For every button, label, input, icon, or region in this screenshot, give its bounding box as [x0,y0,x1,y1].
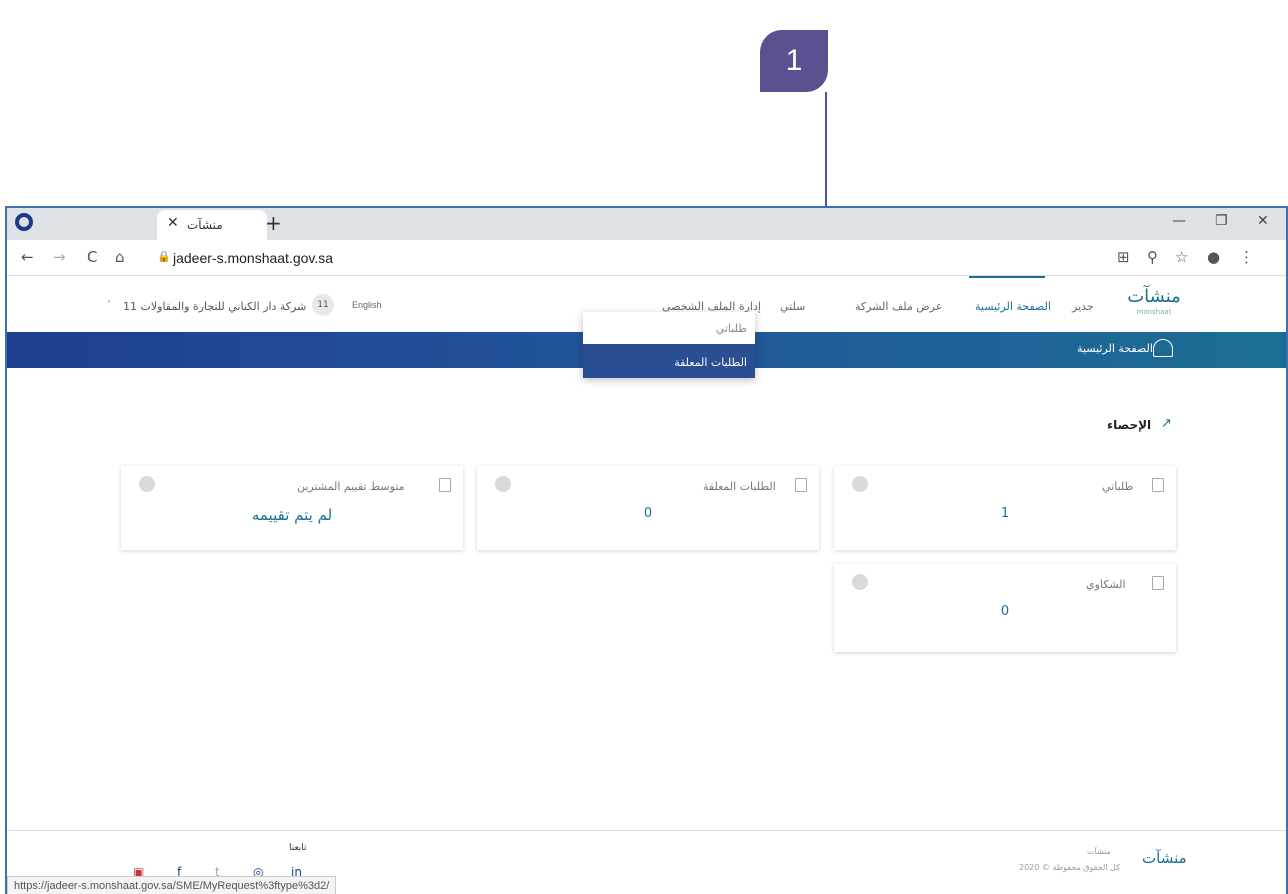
active-nav-indicator [969,276,1045,278]
link-icon [495,476,511,492]
stat-card-complaints[interactable]: الشكاوي 0 [834,564,1176,652]
nav-company-profile[interactable]: عرض ملف الشركة [855,300,942,313]
follow-us-label: تابعنا [289,843,307,853]
minimize-icon[interactable]: — [1172,213,1186,229]
footer-logo: منشآت [1142,849,1187,867]
browser-menu-icon[interactable]: ⋮ [1239,248,1254,266]
restore-icon[interactable]: ❐ [1215,213,1228,229]
card-label: الطلبات المعلقة [703,480,776,493]
url-field[interactable]: 🔒 jadeer-s.monshaat.gov.sa [149,245,1209,271]
nav-cart[interactable]: سلتي [780,300,805,313]
edit-icon [1152,576,1164,590]
browser-tab[interactable]: منشآت ✕ [157,210,267,240]
stat-card-pending-requests[interactable]: الطلبات المعلقة 0 [477,466,819,550]
new-tab-icon[interactable]: + [265,211,282,235]
forward-icon[interactable]: → [53,248,66,266]
nav-home[interactable]: الصفحة الرئيسية [975,300,1051,313]
trend-icon: ↗ [1161,416,1172,431]
card-value: 0 [643,506,653,521]
building-icon [795,478,807,492]
translate-icon[interactable]: ⊞ [1117,248,1130,266]
step-callout-badge: 1 [760,30,828,92]
edit-icon [439,478,451,492]
document-icon [1152,478,1164,492]
chevron-down-icon[interactable]: ˅ [107,300,111,309]
cart-count-badge: 11 [312,294,334,316]
back-icon[interactable]: ← [21,248,34,266]
bookmark-star-icon[interactable]: ☆ [1175,248,1188,266]
menu-item-pending-requests[interactable]: الطلبات المعلقة [583,344,755,378]
stat-card-my-requests[interactable]: طلباتي 1 [834,466,1176,550]
card-label: الشكاوي [1086,578,1126,591]
breadcrumb-home[interactable]: الصفحة الرئيسية [1077,342,1153,355]
dashboard-icon [1153,339,1173,357]
footer-copyright: كل الحقوق محفوظة © 2020 [1019,863,1120,872]
close-window-icon[interactable]: ✕ [1257,213,1269,229]
language-toggle[interactable]: English [352,300,382,310]
close-tab-icon[interactable]: ✕ [167,215,179,231]
address-bar: ← → C ⌂ 🔒 jadeer-s.monshaat.gov.sa ⊞ ⚲ ☆… [7,240,1286,276]
card-label: طلباتي [1102,480,1134,493]
card-label: متوسط تقييم المشترين [297,480,405,493]
card-value: 1 [1000,506,1010,521]
company-selector[interactable]: شركة دار الكناني للتجارة والمقاولات 11 [123,300,306,313]
footer-brand: منشآت [1087,847,1111,856]
brand-link-jadeer[interactable]: جدير [1072,300,1094,313]
status-bar-url: https://jadeer-s.monshaat.gov.sa/SME/MyR… [7,876,337,894]
lock-icon: 🔒 [157,250,171,263]
profile-management-dropdown: طلباتي الطلبات المعلقة [583,312,755,378]
home-icon[interactable]: ⌂ [115,248,125,266]
url-text: jadeer-s.monshaat.gov.sa [173,250,334,266]
site-logo-subtitle: monshaat [1136,308,1172,316]
reload-icon[interactable]: C [87,248,97,266]
site-logo[interactable]: منشآت [1119,286,1189,324]
tab-strip: منشآت ✕ + — ❐ ✕ [7,208,1286,240]
browser-window: منشآت ✕ + — ❐ ✕ ← → C ⌂ 🔒 jadeer-s.monsh… [5,206,1288,894]
menu-item-my-requests[interactable]: طلباتي [583,312,755,344]
browser-logo-icon [15,213,33,231]
zoom-icon[interactable]: ⚲ [1147,248,1158,266]
link-icon [139,476,155,492]
tab-title: منشآت [187,218,223,232]
link-icon [852,476,868,492]
stat-card-buyer-rating[interactable]: متوسط تقييم المشترين لم يتم تقييمه [121,466,463,550]
profile-icon[interactable]: ● [1207,248,1220,266]
card-value: لم يتم تقييمه [251,506,333,524]
link-icon [852,574,868,590]
stats-heading: الإحصاء [1107,418,1152,432]
card-value: 0 [1000,604,1010,619]
